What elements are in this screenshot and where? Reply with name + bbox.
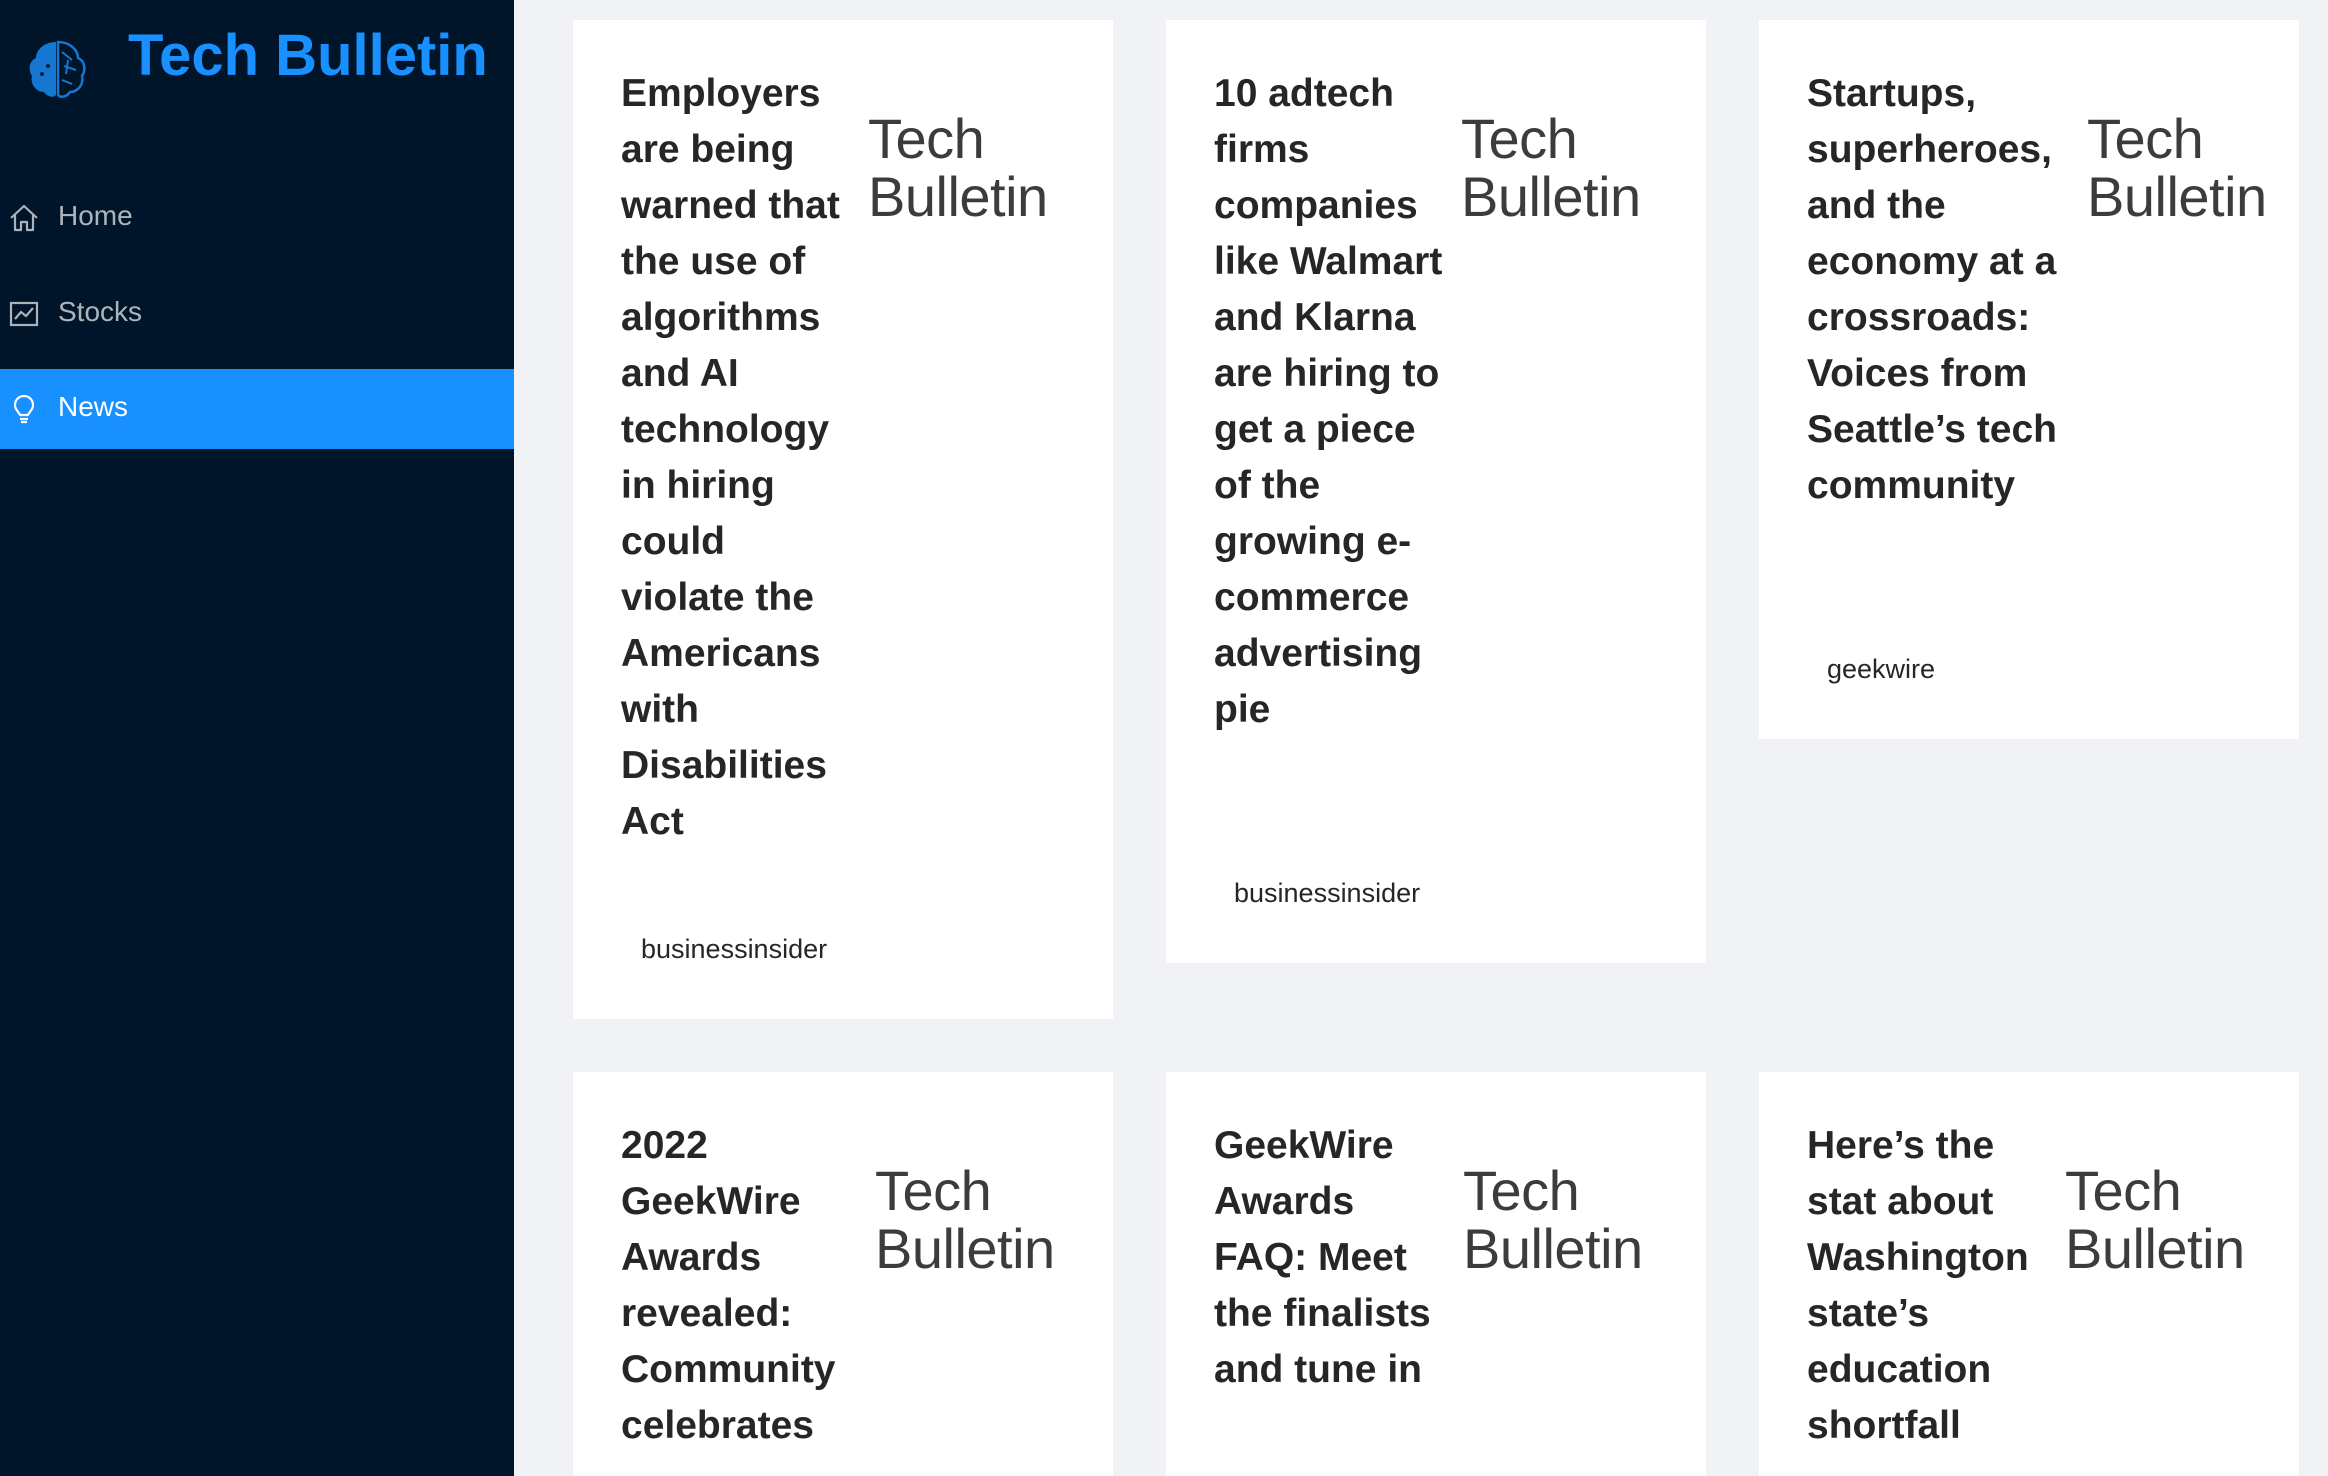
news-card[interactable]: Here’s the stat about Washington state’s… [1759, 1072, 2299, 1476]
news-title[interactable]: Employers are being warned that the use … [621, 66, 851, 850]
sidebar-item-home[interactable]: Home [0, 178, 514, 258]
thumbnail-text: Tech [875, 1159, 992, 1222]
news-card[interactable]: Startups, superheroes, and the economy a… [1759, 20, 2299, 739]
thumbnail-text: Bulletin [1461, 165, 1641, 228]
news-source: businessinsider [641, 934, 828, 964]
news-card[interactable]: 2022 GeekWire Awards revealed: Community… [573, 1072, 1113, 1476]
stock-chart-icon [9, 301, 39, 327]
sidebar: Tech Bulletin Home Stocks News [0, 0, 514, 1476]
app-title[interactable]: Tech Bulletin [128, 22, 488, 89]
thumbnail-text: Tech [2065, 1159, 2182, 1222]
thumbnail-text: Bulletin [1463, 1217, 1643, 1280]
news-card[interactable]: 10 adtech firms companies like Walmart a… [1166, 20, 1706, 963]
news-title[interactable]: 2022 GeekWire Awards revealed: Community… [621, 1118, 851, 1454]
thumbnail-text: Bulletin [2065, 1217, 2245, 1280]
logo-row: Tech Bulletin [0, 0, 514, 130]
news-thumbnail: Tech Bulletin [2087, 110, 2287, 226]
sidebar-item-label: News [58, 391, 129, 422]
news-thumbnail: Tech Bulletin [868, 110, 1068, 226]
thumbnail-text: Bulletin [875, 1217, 1055, 1280]
thumbnail-text: Tech [1463, 1159, 1580, 1222]
thumbnail-text: Tech [868, 107, 985, 170]
news-grid: Employers are being warned that the use … [530, 0, 2328, 1476]
sidebar-item-news[interactable]: News [0, 369, 514, 449]
thumbnail-text: Bulletin [2087, 165, 2267, 228]
thumbnail-text: Bulletin [868, 165, 1048, 228]
sidebar-item-label: Stocks [58, 296, 143, 327]
news-source: geekwire [1827, 654, 1936, 684]
news-title[interactable]: GeekWire Awards FAQ: Meet the finalists … [1214, 1118, 1444, 1398]
brain-logo-icon [29, 40, 86, 98]
news-title[interactable]: 10 adtech firms companies like Walmart a… [1214, 66, 1444, 738]
news-thumbnail: Tech Bulletin [1461, 110, 1661, 226]
sidebar-item-stocks[interactable]: Stocks [0, 274, 514, 354]
thumbnail-text: Tech [1461, 107, 1578, 170]
bulb-icon [13, 394, 35, 424]
sidebar-item-label: Home [58, 200, 133, 231]
news-source: businessinsider [1234, 878, 1421, 908]
news-thumbnail: Tech Bulletin [2065, 1162, 2265, 1278]
news-title[interactable]: Startups, superheroes, and the economy a… [1807, 66, 2057, 514]
home-icon [10, 204, 38, 232]
news-card[interactable]: GeekWire Awards FAQ: Meet the finalists … [1166, 1072, 1706, 1476]
news-title[interactable]: Here’s the stat about Washington state’s… [1807, 1118, 2057, 1454]
news-thumbnail: Tech Bulletin [1463, 1162, 1663, 1278]
news-card[interactable]: Employers are being warned that the use … [573, 20, 1113, 1019]
thumbnail-text: Tech [2087, 107, 2204, 170]
news-thumbnail: Tech Bulletin [875, 1162, 1075, 1278]
